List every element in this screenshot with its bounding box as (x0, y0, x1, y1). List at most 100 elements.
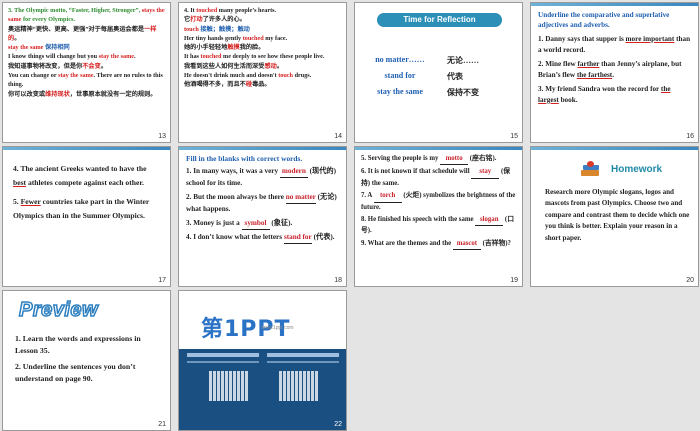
slide-14-text: 4. It touched many people’s hearts. 它打动了许… (179, 3, 346, 93)
answer-blank: slogan (475, 215, 504, 227)
text-segment: 1. Danny says that supper is (538, 35, 626, 43)
text-segment: . (612, 70, 614, 79)
homework-title: Homework (611, 164, 663, 175)
slide-15[interactable]: Time for Reflection no matter…… 无论…… stand… (354, 2, 523, 143)
answer-blank: mascot (452, 239, 481, 251)
slide-16[interactable]: Underline the comparative and superlativ… (530, 2, 699, 143)
text-segment: (座右铭). (468, 155, 497, 162)
phrase-chinese: 代表 (447, 72, 463, 81)
text-segment: (象征). (269, 218, 293, 227)
phrase-chinese: 保持不变 (447, 88, 479, 97)
slide-number: 19 (510, 277, 518, 284)
text-segment: Fewer (20, 196, 41, 206)
text-line: stay the same 保持相同 (8, 43, 165, 52)
text-segment: 3. The Olympic motto, “Faster, Higher, S… (8, 7, 142, 14)
exercise-item: 3. My friend Sandra won the record for t… (538, 84, 691, 105)
exercise-list: 4. The ancient Greeks wanted to have the… (3, 150, 170, 240)
promo-text-line (187, 361, 259, 363)
blank-item: 6. It is not known if that schedule will… (361, 167, 516, 189)
text-segment: 7. A (361, 192, 374, 200)
phrase-chinese: 无论…… (447, 56, 479, 65)
reflection-banner: Time for Reflection (377, 13, 502, 27)
text-line: 它打动了许多人的心。 (184, 15, 341, 24)
slide-22[interactable]: 第1PPT www.1ppt.com 22 (178, 290, 347, 431)
promo-text-line (267, 361, 339, 363)
text-line: Her tiny hands gently touched my face. (184, 34, 341, 43)
text-line: He doesn't drink much and doesn't touch … (184, 71, 341, 80)
text-line: touch 接触；触摸；触动 (184, 25, 341, 34)
text-segment: 2. Mine flew (538, 60, 578, 69)
text-segment: (吉祥物)? (480, 239, 511, 247)
books-icon (581, 161, 611, 177)
text-segment: 5. Serving the people is my (361, 155, 441, 162)
text-segment: 他酒喝得不多，而且不 (184, 81, 246, 89)
blank-item: 7. A torch (火炬) symbolizes the brightnes… (361, 191, 516, 213)
blank-item: 1. In many ways, it was a very modern (现… (186, 166, 339, 190)
text-line: 4. It touched many people’s hearts. (184, 6, 341, 15)
qr-code-image (209, 371, 249, 401)
text-segment: 触摸 (227, 44, 240, 52)
qr-code-image (279, 371, 319, 401)
preview-banner: Preview (17, 297, 117, 322)
text-segment: He doesn't drink much and doesn't (184, 72, 279, 80)
slide-20[interactable]: Homework Research more Olympic slogans, … (530, 146, 699, 287)
text-segment: me deeply to see how these people live. (221, 53, 325, 61)
answer-blank: torch (373, 191, 402, 203)
promo-text-line (187, 353, 259, 357)
text-segment: 不会变 (82, 62, 101, 70)
text-line: 他酒喝得不多，而且不碰毒品。 (184, 80, 341, 89)
answer-blank: stand for (283, 232, 312, 245)
reflection-title: Time for Reflection (403, 15, 476, 24)
text-segment: (代表). (311, 233, 335, 242)
text-segment: 6. It is not known if that schedule will (361, 168, 472, 176)
slide-18[interactable]: Fill in the blanks with correct words. 1… (178, 146, 347, 287)
text-segment: drugs. (293, 72, 312, 80)
slide-number: 15 (510, 133, 518, 140)
text-segment: It has (184, 53, 201, 61)
top-stripe (531, 147, 698, 150)
text-segment: 。 (100, 62, 107, 70)
blank-item: 5. Serving the people is my motto (座右铭). (361, 154, 516, 166)
slide-number: 16 (686, 133, 694, 140)
text-segment: 4. I don’t know what the letters (186, 233, 284, 242)
text-line: 奥运精神“更快、更高、更强”对于每届奥运会都是一样的。 (8, 25, 165, 44)
slide-16-body: Underline the comparative and superlativ… (531, 6, 698, 114)
slide-18-body: Fill in the blanks with correct words. 1… (179, 150, 346, 250)
text-line: You can change or stay the same. There a… (8, 71, 165, 90)
text-segment: 了许多人的心。 (202, 16, 246, 24)
answer-blank: motto (440, 154, 469, 166)
text-segment: ，世事原本就没有一定的规则。 (69, 90, 157, 98)
slide-13[interactable]: 3. The Olympic motto, “Faster, Higher, S… (2, 2, 171, 143)
text-segment: stay the same (98, 53, 135, 61)
exercise-item: 1. Danny says that supper is more import… (538, 34, 691, 55)
text-segment: touch (184, 25, 199, 33)
text-segment: 8. He finished his speech with the same (361, 216, 476, 224)
text-segment: more important (625, 35, 675, 43)
text-segment: 4. The ancient Greeks wanted to have the (13, 164, 147, 173)
phrase-english: no matter…… (375, 55, 425, 64)
text-segment: 保持相同 (44, 44, 70, 52)
text-segment: touched (196, 7, 218, 14)
exercise-item: 4. The ancient Greeks wanted to have the… (13, 162, 160, 191)
slide-21[interactable]: Preview 1. Learn the words and expressio… (2, 290, 171, 431)
text-segment: 维持现状 (45, 90, 70, 98)
text-segment: touched (200, 53, 222, 61)
text-segment: touch (278, 72, 294, 80)
blank-item: 8. He finished his speech with the same … (361, 215, 516, 237)
text-segment: for every Olympics. (21, 16, 75, 24)
text-segment: 。 (14, 34, 21, 42)
slide-14[interactable]: 4. It touched many people’s hearts. 它打动了许… (178, 2, 347, 143)
exercise-heading: Underline the comparative and superlativ… (538, 11, 670, 29)
blank-item: 9. What are the themes and the mascot (吉… (361, 239, 516, 251)
text-segment: 我的脸。 (239, 44, 265, 52)
slide-19[interactable]: 5. Serving the people is my motto (座右铭).… (354, 146, 523, 287)
text-segment: 毒品。 (252, 81, 271, 89)
text-segment: farther (577, 60, 600, 69)
text-segment: You can change or (8, 72, 59, 80)
text-segment: 2. But the moon always be there (186, 192, 286, 201)
blank-item: 4. I don’t know what the letters stand f… (186, 232, 339, 245)
slide-17[interactable]: 4. The ancient Greeks wanted to have the… (2, 146, 171, 287)
text-segment: 4. It (184, 7, 197, 14)
text-line: 我知道事物将改变，但是你不会变。 (8, 62, 165, 71)
text-segment: 奥运精神“更快、更高、更强”对于每届奥运会都是 (8, 25, 145, 33)
